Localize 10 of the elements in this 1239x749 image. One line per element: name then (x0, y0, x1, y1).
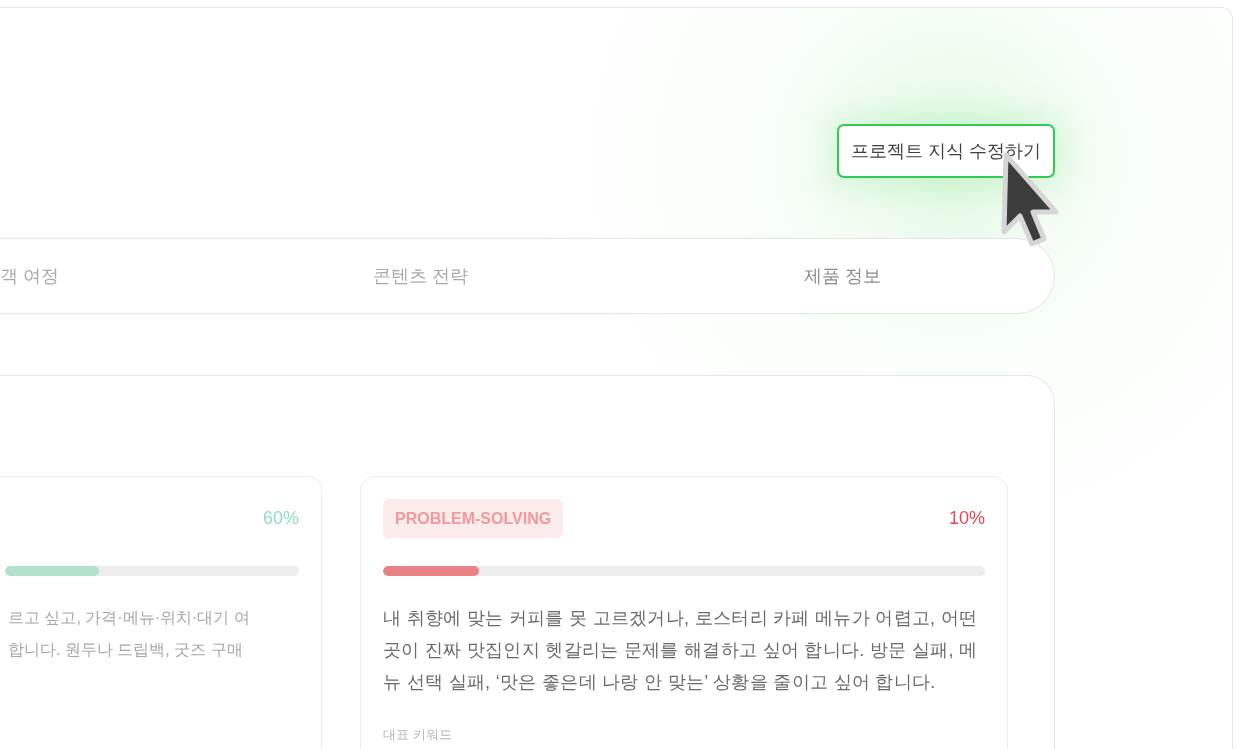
tab[interactable]: 콘텐츠 전략 (210, 264, 632, 288)
description-text: 내 취향에 맞는 커피를 못 고르겠거나, 로스터리 카페 메뉴가 어렵고, 어떤 곳이 진짜 맛집인지 헷갈리는 문제를 해결하고 싶어 합니다. 방문 실패, 메뉴 선택 실패, ‘맛은 좋은데 나랑 안 맞는’ 상황을 줄이고 싶어 합니다. (383, 607, 979, 694)
category-tag: PROBLEM-SOLVING (383, 499, 564, 538)
percent-value: 60% (262, 508, 299, 529)
edit-knowledge-button[interactable]: 프로젝트 지식 수정하기 (837, 124, 1055, 178)
section-label: 대표 키워드 (383, 726, 452, 744)
description-text: 르고 싶고, 가격·메뉴·위치·대기 여 합니다. 원두나 드립백, 굿즈 구매 (7, 608, 251, 660)
tab[interactable]: 제품 정보 (632, 264, 1054, 288)
tab[interactable]: 객 여정 (0, 264, 210, 288)
percent-value: 10% (948, 508, 985, 529)
